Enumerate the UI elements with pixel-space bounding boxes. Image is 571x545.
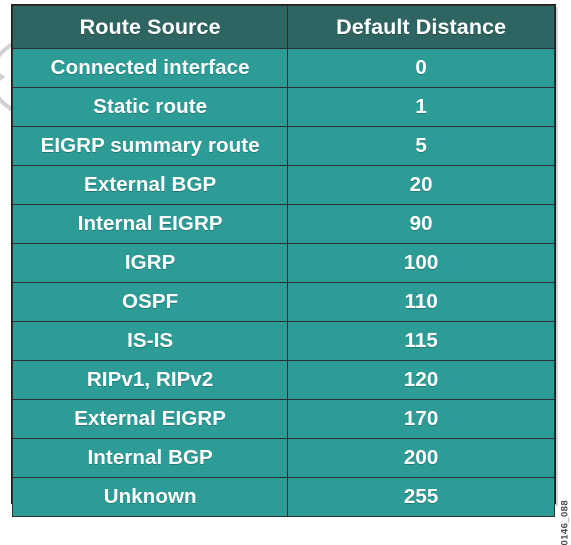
cell-default-distance: 1: [287, 87, 555, 127]
table-row: Static route 1: [11, 87, 555, 127]
cell-default-distance: 90: [287, 204, 555, 244]
cell-route-source: Static route: [11, 87, 289, 127]
table-row: Internal EIGRP 90: [11, 204, 555, 244]
table-row: IS-IS 115: [11, 321, 555, 361]
cell-default-distance: 200: [287, 438, 555, 478]
cell-route-source: IS-IS: [11, 321, 289, 361]
table-row: External BGP 20: [11, 165, 555, 205]
cell-default-distance: 120: [287, 360, 555, 400]
cell-default-distance: 110: [287, 282, 555, 322]
table-row: OSPF 110: [11, 282, 555, 322]
cell-default-distance: 100: [287, 243, 555, 283]
cell-default-distance: 5: [287, 126, 555, 166]
cell-route-source: EIGRP summary route: [11, 126, 289, 166]
table-row: Internal BGP 200: [11, 438, 555, 478]
cell-route-source: External BGP: [11, 165, 289, 205]
cell-route-source: Internal BGP: [11, 438, 289, 478]
table-body: Connected interface 0 Static route 1 EIG…: [11, 48, 555, 517]
cell-route-source: RIPv1, RIPv2: [11, 360, 289, 400]
table-header: Route Source Default Distance: [11, 5, 555, 49]
cell-route-source: OSPF: [11, 282, 289, 322]
column-header-route-source: Route Source: [11, 5, 289, 49]
table-row: EIGRP summary route 5: [11, 126, 555, 166]
table-row: Unknown 255: [11, 477, 555, 517]
table-row: Connected interface 0: [11, 48, 555, 88]
cell-route-source: External EIGRP: [11, 399, 289, 439]
cell-route-source: IGRP: [11, 243, 289, 283]
cell-default-distance: 115: [287, 321, 555, 361]
cell-default-distance: 20: [287, 165, 555, 205]
column-header-default-distance: Default Distance: [287, 5, 555, 49]
routing-table-container: Route Source Default Distance Connected …: [11, 4, 556, 517]
table-row: External EIGRP 170: [11, 399, 555, 439]
cell-route-source: Unknown: [11, 477, 289, 517]
cell-route-source: Internal EIGRP: [11, 204, 289, 244]
table-header-row: Route Source Default Distance: [11, 5, 555, 49]
cell-default-distance: 255: [287, 477, 555, 517]
cell-default-distance: 0: [287, 48, 555, 88]
cell-default-distance: 170: [287, 399, 555, 439]
cell-route-source: Connected interface: [11, 48, 289, 88]
administrative-distance-figure: Route Source Default Distance Connected …: [0, 0, 571, 545]
table-row: IGRP 100: [11, 243, 555, 283]
administrative-distance-table: Route Source Default Distance Connected …: [11, 5, 555, 517]
figure-id-watermark: 0146_088: [559, 500, 570, 545]
table-row: RIPv1, RIPv2 120: [11, 360, 555, 400]
